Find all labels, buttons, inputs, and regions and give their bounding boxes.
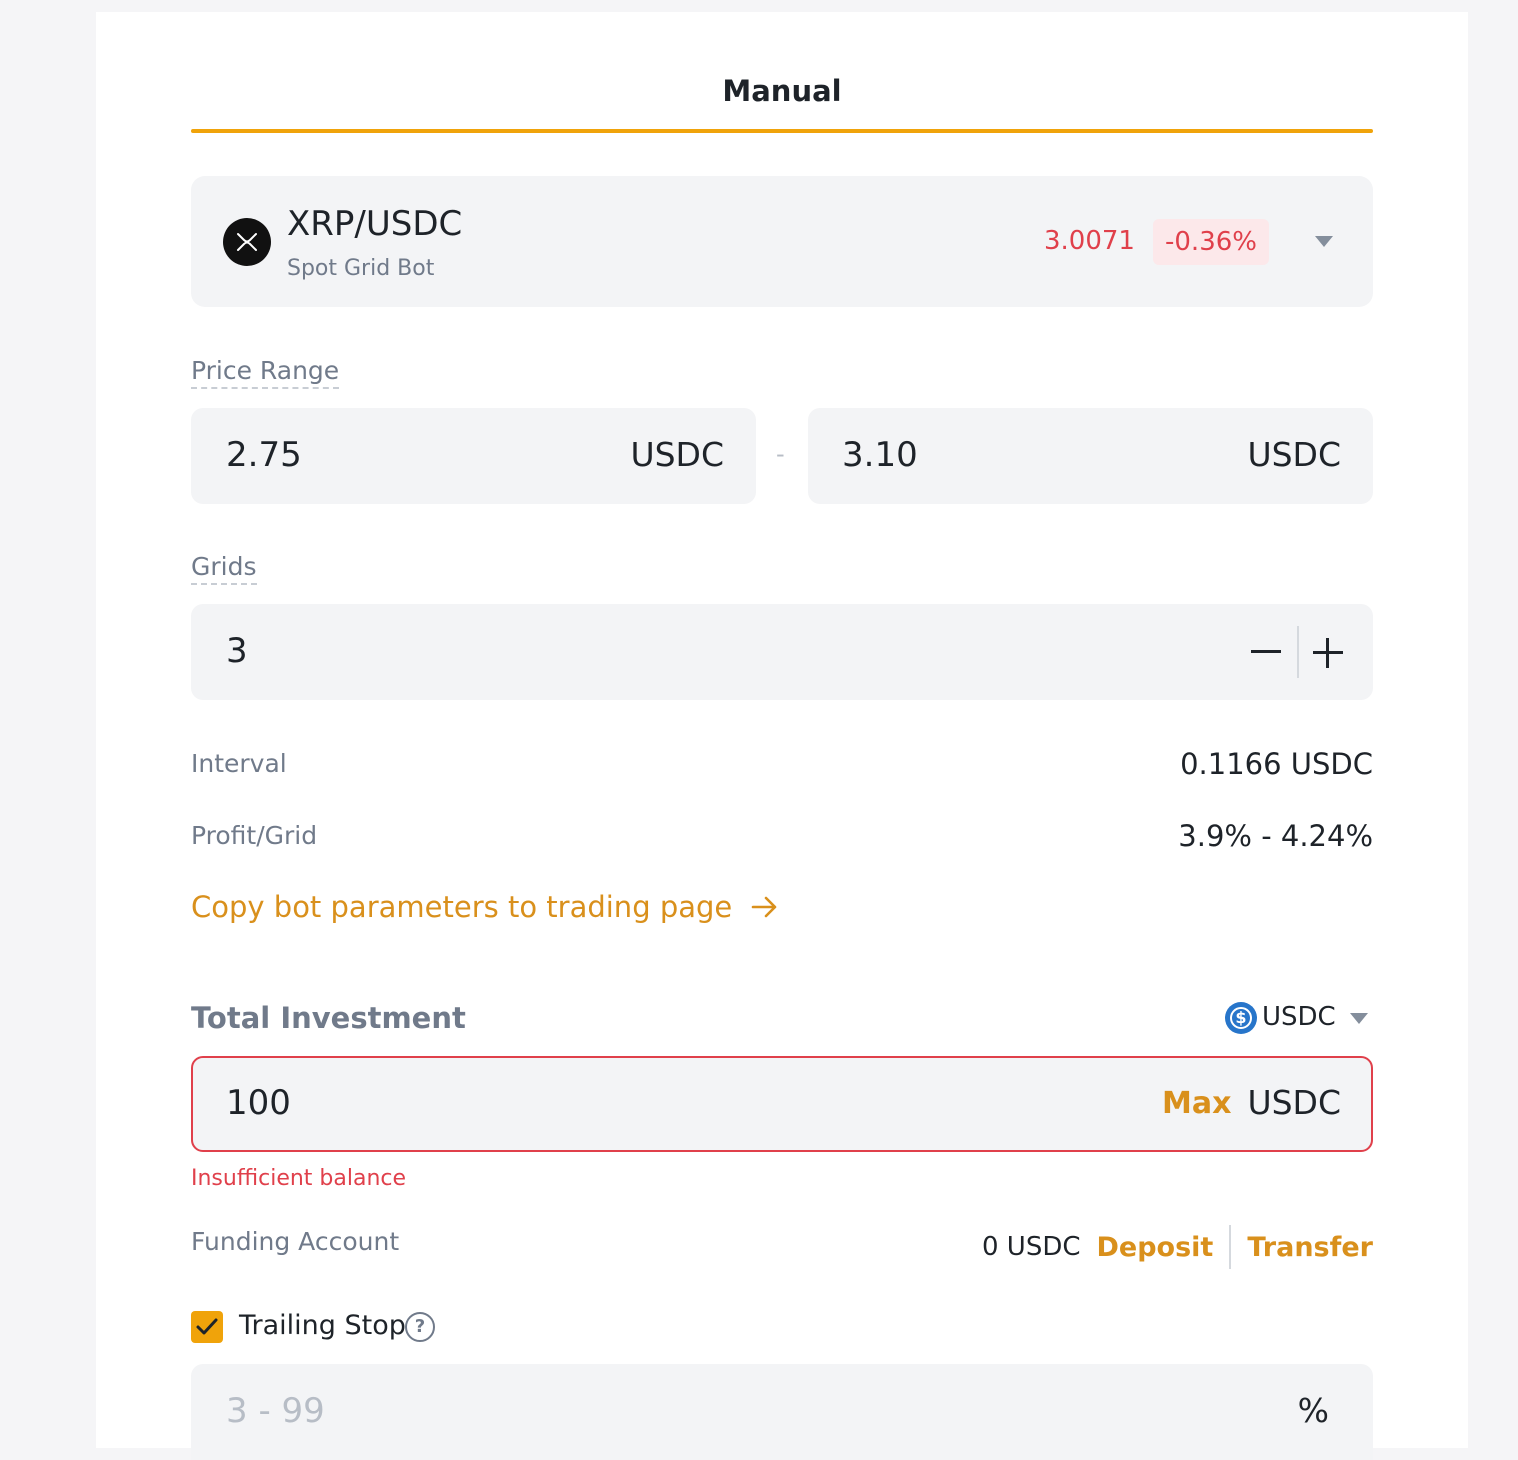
range-separator: -: [776, 440, 785, 468]
xrp-icon: [223, 218, 271, 266]
investment-value[interactable]: 100: [226, 1083, 291, 1123]
investment-unit: USDC: [1247, 1083, 1341, 1122]
trailing-stop-checkbox[interactable]: [191, 1311, 223, 1343]
profit-grid-label: Profit/Grid: [191, 821, 318, 850]
copy-parameters-label: Copy bot parameters to trading page: [191, 890, 733, 924]
interval-label: Interval: [191, 749, 287, 778]
tab-manual[interactable]: Manual: [96, 74, 1468, 108]
pair-change-badge: -0.36%: [1153, 219, 1269, 265]
help-icon[interactable]: ?: [405, 1312, 435, 1342]
plus-icon[interactable]: [1313, 638, 1343, 668]
max-button[interactable]: Max: [1162, 1086, 1231, 1121]
deposit-link[interactable]: Deposit: [1097, 1232, 1214, 1263]
investment-input[interactable]: 100 Max USDC: [191, 1056, 1373, 1152]
arrow-right-icon: [751, 892, 779, 926]
profit-grid-value: 3.9% - 4.24%: [1178, 819, 1373, 853]
funding-account-label: Funding Account: [191, 1227, 400, 1256]
price-high-input[interactable]: 3.10 USDC: [808, 408, 1373, 504]
trailing-stop-input[interactable]: 3 - 99 %: [191, 1364, 1373, 1460]
grids-value[interactable]: 3: [226, 631, 248, 671]
trailing-stop-label: Trailing Stop: [239, 1310, 406, 1341]
minus-icon[interactable]: [1251, 650, 1281, 653]
caret-down-icon[interactable]: [1315, 236, 1333, 247]
usdc-icon: $: [1225, 1002, 1257, 1034]
copy-parameters-link[interactable]: Copy bot parameters to trading page: [191, 890, 779, 926]
divider: [1229, 1225, 1232, 1269]
interval-value: 0.1166 USDC: [1180, 747, 1373, 781]
funding-balance: 0 USDC: [981, 1232, 1081, 1262]
currency-label: USDC: [1262, 1002, 1336, 1032]
pair-selector[interactable]: XRP/USDC Spot Grid Bot 3.0071 -0.36%: [191, 176, 1373, 307]
price-high-value[interactable]: 3.10: [842, 435, 918, 475]
price-low-unit: USDC: [630, 435, 724, 474]
grids-label: Grids: [191, 552, 257, 585]
funding-account-actions: 0 USDC Deposit Transfer: [982, 1224, 1373, 1270]
grids-stepper[interactable]: 3: [191, 604, 1373, 700]
price-low-value[interactable]: 2.75: [226, 435, 302, 475]
caret-down-icon: [1350, 1013, 1368, 1024]
pair-price: 3.0071: [1044, 226, 1135, 256]
error-message: Insufficient balance: [191, 1166, 407, 1191]
currency-selector[interactable]: $ USDC: [1225, 1002, 1375, 1038]
trailing-stop-placeholder[interactable]: 3 - 99: [226, 1391, 325, 1431]
check-icon: [196, 1318, 218, 1335]
stepper-divider: [1297, 626, 1299, 678]
tab-active-indicator: [191, 129, 1373, 133]
percent-unit: %: [1297, 1391, 1329, 1430]
price-range-label: Price Range: [191, 356, 340, 389]
pair-name: XRP/USDC: [287, 204, 463, 244]
price-high-unit: USDC: [1247, 435, 1341, 474]
transfer-link[interactable]: Transfer: [1247, 1232, 1373, 1263]
grid-bot-panel: Manual XRP/USDC Spot Grid Bot 3.0071 -0.…: [96, 12, 1468, 1460]
total-investment-label: Total Investment: [191, 1001, 466, 1035]
pair-subtitle: Spot Grid Bot: [287, 256, 435, 281]
price-low-input[interactable]: 2.75 USDC: [191, 408, 756, 504]
